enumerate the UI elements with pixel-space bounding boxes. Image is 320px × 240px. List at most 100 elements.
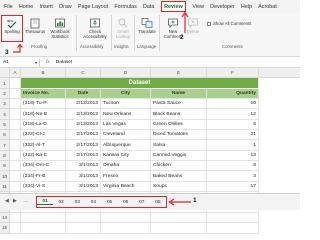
cell[interactable] [21, 212, 66, 224]
next-sheet-icon[interactable]: ▶ [13, 198, 17, 204]
table-cell[interactable]: Tucson [101, 99, 151, 110]
row-header[interactable]: 1 [0, 78, 10, 89]
cell[interactable] [151, 223, 207, 234]
table-cell[interactable]: (318)-Ne-B [21, 109, 66, 120]
table-cell[interactable]: Omaha [101, 161, 151, 172]
row-header[interactable]: 6 [0, 130, 10, 141]
table-cell[interactable]: 21 [207, 130, 259, 141]
table-cell[interactable]: Pasta Sauce [151, 99, 207, 110]
table-cell[interactable]: 2/17/2013 [66, 150, 101, 162]
smart-lookup-button[interactable]: Smart Lookup [113, 17, 133, 39]
cell[interactable] [10, 130, 21, 141]
table-cell[interactable]: 9 [207, 161, 259, 172]
table-cell[interactable]: (318)-Tu-P [21, 99, 66, 110]
sheet-tab-03[interactable]: 03 [69, 200, 85, 205]
table-cell[interactable]: Salsa [151, 140, 207, 151]
menu-tab-page-layout[interactable]: Page Layout [78, 4, 108, 10]
table-cell[interactable]: (334)-Vi-S [21, 181, 66, 193]
table-cell[interactable]: 2/13/2013 [66, 119, 101, 131]
row-header[interactable]: 2 [0, 88, 10, 100]
translate-button[interactable]: Translate [136, 17, 158, 35]
column-header[interactable]: E [151, 68, 207, 79]
prev-sheet-icon[interactable]: ◀ [5, 198, 9, 204]
table-cell[interactable]: Diced Tomatoes [151, 130, 207, 141]
name-box[interactable]: A1 ▾ [0, 58, 40, 67]
table-cell[interactable]: 3/1/2013 [66, 161, 101, 172]
row-header[interactable]: 3 [0, 99, 10, 110]
spelling-button[interactable]: abc Spelling [3, 17, 21, 35]
table-cell[interactable]: 12 [207, 109, 259, 120]
row-header[interactable]: 8 [0, 150, 10, 162]
dataset-title[interactable]: Dataset [21, 78, 259, 89]
header-date[interactable]: Date [66, 88, 101, 100]
sheet-tab-02[interactable]: 02 [53, 200, 69, 205]
table-cell[interactable]: 3/1/2013 [66, 181, 101, 193]
cell[interactable] [10, 99, 21, 110]
header-quantity[interactable]: Quantity [207, 88, 259, 100]
table-cell[interactable]: 2/17/2013 [66, 140, 101, 151]
table-cell[interactable]: Chicken [151, 161, 207, 172]
sheet-tab-06[interactable]: 06 [118, 200, 134, 205]
table-cell[interactable]: Fresno [101, 171, 151, 182]
cell[interactable] [10, 212, 21, 224]
table-cell[interactable]: Albuquerque [101, 140, 151, 151]
menu-tab-file[interactable]: File [4, 4, 13, 10]
table-cell[interactable]: 3 [207, 171, 259, 182]
row-header[interactable]: 11 [0, 181, 10, 193]
menu-tab-view[interactable]: View [192, 4, 204, 10]
table-cell[interactable]: Canned Veggis [151, 150, 207, 162]
table-cell[interactable]: (334)-Om-C [21, 161, 66, 172]
table-cell[interactable]: 13 [207, 150, 259, 162]
sheet-tab-04[interactable]: 04 [85, 200, 101, 205]
table-cell[interactable]: Las Vegas [101, 119, 151, 131]
menu-tab-draw[interactable]: Draw [59, 4, 72, 10]
column-header[interactable]: F [207, 68, 259, 79]
table-cell[interactable]: 2/13/2013 [66, 109, 101, 120]
row-header[interactable]: 10 [0, 171, 10, 182]
formula-input[interactable]: Dataset [56, 60, 73, 65]
menu-tab-data[interactable]: Data [143, 4, 154, 10]
table-cell[interactable]: 3/1/2013 [66, 171, 101, 182]
row-header[interactable]: 14 [0, 212, 10, 224]
cell[interactable] [10, 181, 21, 193]
row-header[interactable]: 9 [0, 161, 10, 172]
cell[interactable] [10, 171, 21, 182]
table-cell[interactable]: Cleveland [101, 130, 151, 141]
cell[interactable] [10, 223, 21, 234]
table-cell[interactable]: Black Beans [151, 109, 207, 120]
cell[interactable] [10, 119, 21, 131]
header-invoice[interactable]: Invoice No. [21, 88, 66, 100]
sheet-tab-05[interactable]: 05 [102, 200, 118, 205]
column-header[interactable]: B [21, 68, 66, 79]
table-cell[interactable]: 17 [207, 181, 259, 193]
table-cell[interactable]: Kansas City [101, 150, 151, 162]
row-header[interactable]: 4 [0, 109, 10, 120]
show-all-comments-button[interactable]: Show All Comments [207, 21, 251, 26]
table-cell[interactable]: Soups [151, 181, 207, 193]
more-sheets-icon[interactable]: … [23, 198, 28, 204]
header-name[interactable]: Name [151, 88, 207, 100]
cell[interactable] [21, 223, 66, 234]
table-cell[interactable]: Green Chilles [151, 119, 207, 131]
sheet-tab-08[interactable]: 08 [150, 200, 166, 205]
menu-tab-home[interactable]: Home [19, 4, 33, 10]
row-header[interactable]: 5 [0, 119, 10, 131]
table-cell[interactable]: 2/13/2013 [66, 99, 101, 110]
cell[interactable] [10, 109, 21, 120]
select-all-corner[interactable] [0, 68, 10, 79]
table-cell[interactable]: 6 [207, 119, 259, 131]
cell[interactable] [207, 212, 259, 224]
table-cell[interactable]: (322)-Cl-J [21, 130, 66, 141]
cell[interactable] [151, 212, 207, 224]
row-header[interactable]: 7 [0, 140, 10, 151]
table-cell[interactable]: (322)-Ka-C [21, 150, 66, 162]
cell[interactable] [10, 150, 21, 162]
cell[interactable] [10, 88, 21, 100]
column-header[interactable]: A [10, 68, 21, 79]
table-cell[interactable]: 10 [207, 99, 259, 110]
cell[interactable] [10, 78, 21, 89]
sheet-tab-01[interactable]: 01 [37, 199, 54, 205]
menu-tab-formulas[interactable]: Formulas [114, 4, 136, 10]
cell[interactable] [101, 223, 151, 234]
workbook-statistics-button[interactable]: Workbook Statistics [46, 17, 74, 39]
